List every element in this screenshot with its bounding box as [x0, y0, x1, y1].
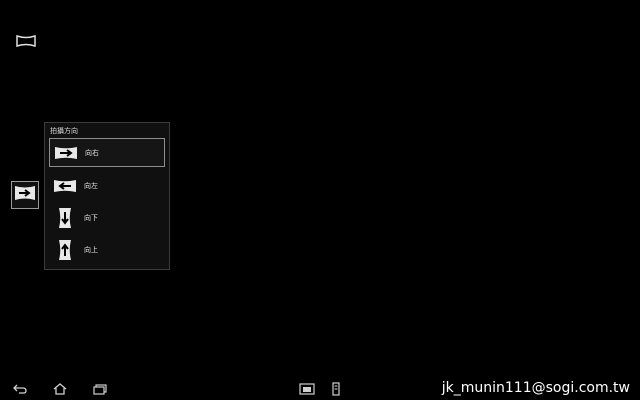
arrow-right-icon — [54, 143, 78, 163]
back-icon[interactable] — [12, 382, 28, 396]
menu-item-up[interactable]: 向上 — [49, 235, 165, 264]
watermark-text: jk_munin111@sogi.com.tw — [441, 380, 630, 396]
menu-item-left[interactable]: 向左 — [49, 171, 165, 200]
recent-apps-icon[interactable] — [92, 382, 108, 396]
menu-item-label: 向下 — [84, 213, 98, 222]
menu-title: 拍攝方向 — [50, 127, 78, 135]
home-icon[interactable] — [52, 382, 68, 396]
menu-item-label: 向左 — [84, 181, 98, 190]
arrow-right-icon — [14, 185, 36, 205]
menu-item-down[interactable]: 向下 — [49, 203, 165, 232]
system-nav-bar: jk_munin111@sogi.com.tw — [0, 378, 640, 400]
shooting-direction-menu: 拍攝方向 向右 向左 向下 向上 — [44, 122, 170, 270]
menu-item-label: 向右 — [85, 148, 99, 157]
phone-icon[interactable] — [328, 382, 344, 396]
panorama-icon[interactable] — [15, 33, 37, 48]
screenshot-icon[interactable] — [299, 382, 315, 396]
arrow-left-icon — [53, 176, 77, 196]
arrow-down-icon — [53, 207, 77, 228]
arrow-up-icon — [53, 239, 77, 260]
menu-item-right[interactable]: 向右 — [49, 138, 165, 167]
menu-item-label: 向上 — [84, 245, 98, 254]
shooting-direction-button[interactable] — [11, 181, 39, 209]
